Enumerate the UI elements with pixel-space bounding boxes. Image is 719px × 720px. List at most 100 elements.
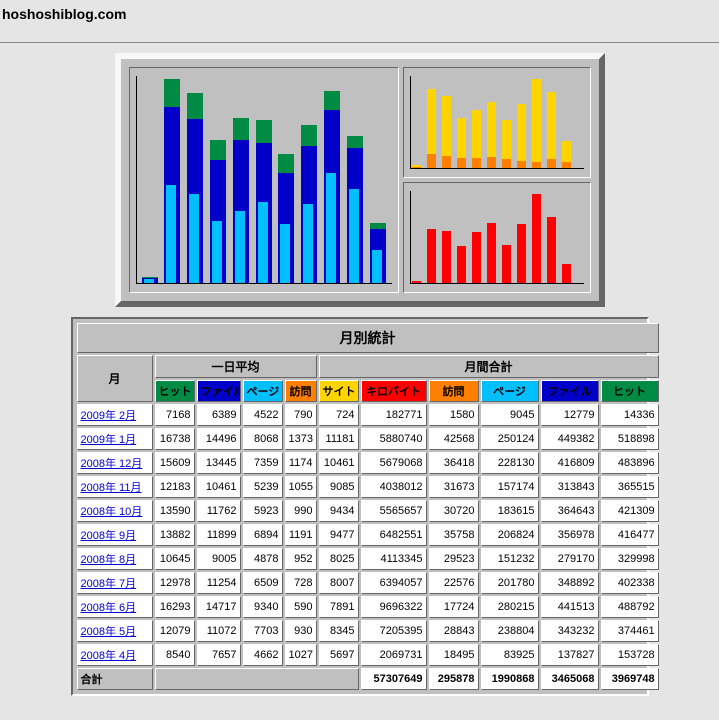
- table-cell: 356978: [541, 524, 599, 546]
- table-cell: 7891: [319, 596, 359, 618]
- table-cell: 790: [285, 404, 317, 426]
- col-monthly-files: ファイル: [541, 380, 599, 402]
- chart-top-right: [403, 67, 591, 178]
- table-cell: 16738: [155, 428, 195, 450]
- month-link[interactable]: 2008年 7月: [77, 572, 153, 594]
- month-link[interactable]: 2008年 5月: [77, 620, 153, 642]
- table-cell: 16293: [155, 596, 195, 618]
- table-cell: 5239: [243, 476, 283, 498]
- table-cell: 36418: [429, 452, 479, 474]
- table-cell: 2069731: [361, 644, 427, 666]
- table-cell: 329998: [601, 548, 659, 570]
- month-link[interactable]: 2008年 6月: [77, 596, 153, 618]
- month-link[interactable]: 2008年 12月: [77, 452, 153, 474]
- table-cell: 10461: [319, 452, 359, 474]
- month-link[interactable]: 2008年 11月: [77, 476, 153, 498]
- row-total-label: 合計: [77, 668, 153, 690]
- col-monthly-visits: 訪問: [429, 380, 479, 402]
- table-cell: 15609: [155, 452, 195, 474]
- table-cell: 728: [285, 572, 317, 594]
- total-pages: 1990868: [481, 668, 539, 690]
- table-cell: 7703: [243, 620, 283, 642]
- table-cell: 22576: [429, 572, 479, 594]
- chart-main: [129, 67, 399, 293]
- col-daily-pages: ページ: [243, 380, 283, 402]
- col-daily-files: ファイル: [197, 380, 241, 402]
- table-cell: 416809: [541, 452, 599, 474]
- table-cell: 930: [285, 620, 317, 642]
- col-monthly-kbytes: キロバイト: [361, 380, 427, 402]
- table-cell: 12079: [155, 620, 195, 642]
- table-cell: 13445: [197, 452, 241, 474]
- table-cell: 8540: [155, 644, 195, 666]
- table-cell: 6394057: [361, 572, 427, 594]
- table-cell: 6389: [197, 404, 241, 426]
- month-link[interactable]: 2008年 8月: [77, 548, 153, 570]
- table-cell: 11254: [197, 572, 241, 594]
- table-cell: 4662: [243, 644, 283, 666]
- table-cell: 228130: [481, 452, 539, 474]
- table-cell: 153728: [601, 644, 659, 666]
- table-cell: 12183: [155, 476, 195, 498]
- month-link[interactable]: 2009年 1月: [77, 428, 153, 450]
- table-title: 月別統計: [77, 323, 659, 353]
- table-cell: 313843: [541, 476, 599, 498]
- table-cell: 7168: [155, 404, 195, 426]
- col-month: 月: [77, 355, 153, 402]
- total-kbytes: 57307649: [361, 668, 427, 690]
- table-cell: 7359: [243, 452, 283, 474]
- table-row: 2008年 10月1359011762592399094345565657307…: [77, 500, 659, 522]
- table-cell: 1174: [285, 452, 317, 474]
- table-cell: 952: [285, 548, 317, 570]
- table-cell: 10645: [155, 548, 195, 570]
- table-cell: 402338: [601, 572, 659, 594]
- table-cell: 421309: [601, 500, 659, 522]
- table-cell: 151232: [481, 548, 539, 570]
- month-link[interactable]: 2008年 10月: [77, 500, 153, 522]
- table-cell: 11899: [197, 524, 241, 546]
- table-cell: 6509: [243, 572, 283, 594]
- table-cell: 365515: [601, 476, 659, 498]
- month-link[interactable]: 2008年 9月: [77, 524, 153, 546]
- table-cell: 4878: [243, 548, 283, 570]
- table-cell: 4038012: [361, 476, 427, 498]
- table-cell: 250124: [481, 428, 539, 450]
- table-cell: 990: [285, 500, 317, 522]
- table-cell: 206824: [481, 524, 539, 546]
- table-cell: 5880740: [361, 428, 427, 450]
- table-row: 2008年 6月16293147179340590789196963221772…: [77, 596, 659, 618]
- table-row: 2008年 9月13882118996894119194776482551357…: [77, 524, 659, 546]
- monthly-stats-table: 月別統計 月 一日平均 月間合計 ヒット ファイル ページ 訪問 サイト キロバ…: [71, 317, 649, 696]
- table-cell: 5565657: [361, 500, 427, 522]
- month-link[interactable]: 2009年 2月: [77, 404, 153, 426]
- table-cell: 280215: [481, 596, 539, 618]
- table-cell: 18495: [429, 644, 479, 666]
- table-row: 2008年 12月1560913445735911741046156790683…: [77, 452, 659, 474]
- table-cell: 137827: [541, 644, 599, 666]
- table-cell: 6894: [243, 524, 283, 546]
- table-cell: 14496: [197, 428, 241, 450]
- table-cell: 8345: [319, 620, 359, 642]
- table-cell: 13882: [155, 524, 195, 546]
- table-cell: 5697: [319, 644, 359, 666]
- table-cell: 9005: [197, 548, 241, 570]
- table-cell: 8025: [319, 548, 359, 570]
- table-cell: 348892: [541, 572, 599, 594]
- table-cell: 9045: [481, 404, 539, 426]
- table-cell: 5923: [243, 500, 283, 522]
- table-cell: 201780: [481, 572, 539, 594]
- table-row: 2008年 7月12978112546509728800763940572257…: [77, 572, 659, 594]
- table-cell: 8068: [243, 428, 283, 450]
- col-monthly-hits: ヒット: [601, 380, 659, 402]
- table-cell: 364643: [541, 500, 599, 522]
- table-cell: 279170: [541, 548, 599, 570]
- table-cell: 11072: [197, 620, 241, 642]
- table-cell: 238804: [481, 620, 539, 642]
- table-cell: 30720: [429, 500, 479, 522]
- table-cell: 13590: [155, 500, 195, 522]
- table-cell: 488792: [601, 596, 659, 618]
- month-link[interactable]: 2008年 4月: [77, 644, 153, 666]
- table-cell: 183615: [481, 500, 539, 522]
- table-cell: 416477: [601, 524, 659, 546]
- table-cell: 1580: [429, 404, 479, 426]
